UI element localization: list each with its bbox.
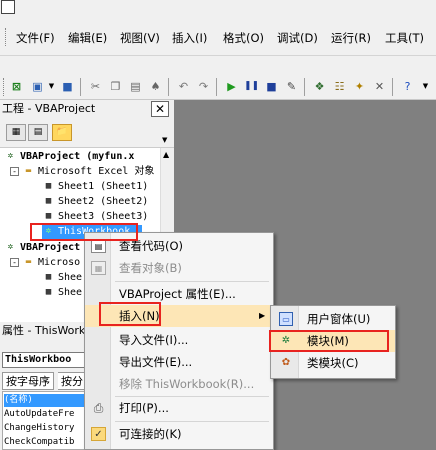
collapse-icon[interactable]: -: [10, 257, 19, 267]
context-menu: ▤ 查看代码(O) ▦ 查看对象(B) VBAProject 属性(E)... …: [84, 232, 274, 450]
property-row[interactable]: CheckCompatib: [4, 436, 84, 449]
menu-item-dockable[interactable]: ✓ 可连接的(K): [85, 423, 273, 445]
app-icon: [1, 0, 15, 14]
toggle-folders-icon[interactable]: 📁: [52, 124, 72, 141]
tree-node-sheet3[interactable]: ▦ Sheet3 (Sheet3): [42, 210, 149, 224]
menu-item-view-object: ▦ 查看对象(B): [85, 257, 273, 279]
folder-icon: ▬: [25, 256, 32, 267]
annotation-box-module: [269, 330, 389, 352]
design-mode-icon[interactable]: ✎: [284, 79, 299, 94]
vba-project-icon: ✲: [7, 241, 14, 252]
check-icon: ✓: [91, 427, 106, 441]
toolbox-icon[interactable]: ✕: [372, 79, 387, 94]
save-icon[interactable]: ■: [60, 79, 75, 94]
tree-node-project[interactable]: ✲ VBAProject (myfun.x: [4, 150, 135, 164]
excel-icon[interactable]: ⊠: [9, 79, 24, 94]
tree-node-excel-objects-2[interactable]: - ▬ Microso: [10, 256, 80, 270]
tree-node-sheet-a[interactable]: ▦ Shee: [42, 271, 82, 285]
property-row[interactable]: ChangeHistory: [4, 422, 84, 435]
annotation-box-insert: [99, 302, 161, 326]
vba-project-icon: ✲: [7, 150, 14, 161]
menu-format[interactable]: 格式(O): [223, 30, 264, 46]
tree-node-sheet1[interactable]: ▦ Sheet1 (Sheet1): [42, 180, 149, 194]
menu-bar: 文件(F) 编辑(E) 视图(V) 插入(I) 格式(O) 调试(D) 运行(R…: [0, 20, 436, 56]
tab-alphabetic[interactable]: 按字母序: [2, 372, 54, 390]
menu-file[interactable]: 文件(F): [16, 30, 55, 46]
menu-item-export-file[interactable]: 导出文件(E)...: [85, 351, 273, 373]
toolbar-gap: [0, 56, 436, 74]
panel-title: 工程 - VBAProject: [0, 100, 174, 118]
object-select[interactable]: ThisWorkboo: [2, 352, 86, 368]
properties-window-icon[interactable]: ☷: [332, 79, 347, 94]
menu-item-remove: 移除 ThisWorkbook(R)...: [119, 377, 255, 391]
view-object-icon[interactable]: ▤: [28, 124, 48, 141]
tab-categorized[interactable]: 按分: [58, 372, 87, 390]
property-row[interactable]: (名称): [4, 394, 84, 407]
insert-userform-icon[interactable]: ▣: [30, 79, 45, 94]
print-icon: ⎙: [93, 401, 104, 415]
title-strip: [0, 0, 436, 20]
sheet-icon: ▦: [45, 195, 52, 206]
toolbar-separator: [80, 78, 81, 96]
toolbar-grip: [3, 78, 5, 96]
project-explorer-icon[interactable]: ❖: [312, 79, 327, 94]
tree-node-sheet2[interactable]: ▦ Sheet2 (Sheet2): [42, 195, 149, 209]
sheet-icon: ▦: [45, 271, 52, 282]
object-icon: ▦: [91, 261, 106, 275]
run-icon[interactable]: ▶: [224, 79, 239, 94]
sheet-icon: ▦: [45, 286, 52, 297]
menu-grip: [5, 28, 7, 46]
chevron-down-icon[interactable]: ▼: [44, 79, 59, 94]
menu-debug[interactable]: 调试(D): [277, 30, 318, 46]
menu-tools[interactable]: 工具(T): [385, 30, 424, 46]
tree-node-project-2[interactable]: ✲ VBAProject: [4, 241, 80, 255]
sheet-icon: ▦: [45, 180, 52, 191]
submenu-item-userform[interactable]: ▭ 用户窗体(U): [271, 308, 395, 330]
code-icon: ▤: [91, 239, 106, 253]
cut-icon[interactable]: ✂: [88, 79, 103, 94]
menu-separator: [115, 281, 269, 282]
help-icon[interactable]: ?: [400, 79, 415, 94]
collapse-icon[interactable]: -: [10, 166, 19, 176]
stop-icon[interactable]: ■: [264, 79, 279, 94]
menu-edit[interactable]: 编辑(E): [68, 30, 107, 46]
toolbar-separator: [392, 78, 393, 96]
find-icon[interactable]: ♠: [148, 79, 163, 94]
annotation-box-thisworkbook: [30, 223, 138, 241]
submenu-arrow-icon: ▶: [259, 311, 266, 320]
chevron-down-icon[interactable]: ▼: [418, 79, 433, 94]
copy-icon[interactable]: ❐: [108, 79, 123, 94]
view-code-icon[interactable]: ▦: [6, 124, 26, 141]
tree-node-sheet-b[interactable]: ▦ Shee: [42, 286, 82, 300]
tree-node-excel-objects[interactable]: - ▬ Microsoft Excel 对象: [10, 165, 154, 179]
folder-icon: ▬: [25, 165, 32, 176]
paste-icon[interactable]: ▤: [128, 79, 143, 94]
object-browser-icon[interactable]: ✦: [352, 79, 367, 94]
menu-item-print[interactable]: ⎙ 打印(P)...: [85, 397, 273, 419]
redo-icon[interactable]: ↷: [196, 79, 211, 94]
chevron-down-icon[interactable]: ▼: [162, 136, 167, 144]
pause-icon[interactable]: ❚❚: [244, 79, 259, 94]
menu-separator: [115, 421, 269, 422]
menu-view[interactable]: 视图(V): [120, 30, 160, 46]
chevron-up-icon[interactable]: ▲: [163, 150, 169, 159]
toolbar-separator: [216, 78, 217, 96]
menu-run[interactable]: 运行(R): [331, 30, 371, 46]
toolbar-separator: [304, 78, 305, 96]
close-icon[interactable]: ✕: [151, 101, 169, 117]
menu-item-import-file[interactable]: 导入文件(I)...: [85, 329, 273, 351]
undo-icon[interactable]: ↶: [176, 79, 191, 94]
class-module-icon: ✿: [281, 357, 291, 368]
sheet-icon: ▦: [45, 210, 52, 221]
toolbar-separator: [168, 78, 169, 96]
property-row[interactable]: AutoUpdateFre: [4, 408, 84, 421]
panel-toolbar: ▦ ▤ 📁 ▼: [0, 118, 174, 148]
standard-toolbar: ⊠ ▣ ▼ ■ ✂ ❐ ▤ ♠ ↶ ↷ ▶ ❚❚ ■ ✎ ❖ ☷ ✦ ✕ ? ▼: [0, 74, 436, 100]
userform-icon: ▭: [279, 312, 293, 326]
submenu-item-class-module[interactable]: ✿ 类模块(C): [271, 352, 395, 374]
menu-insert[interactable]: 插入(I): [172, 30, 207, 46]
